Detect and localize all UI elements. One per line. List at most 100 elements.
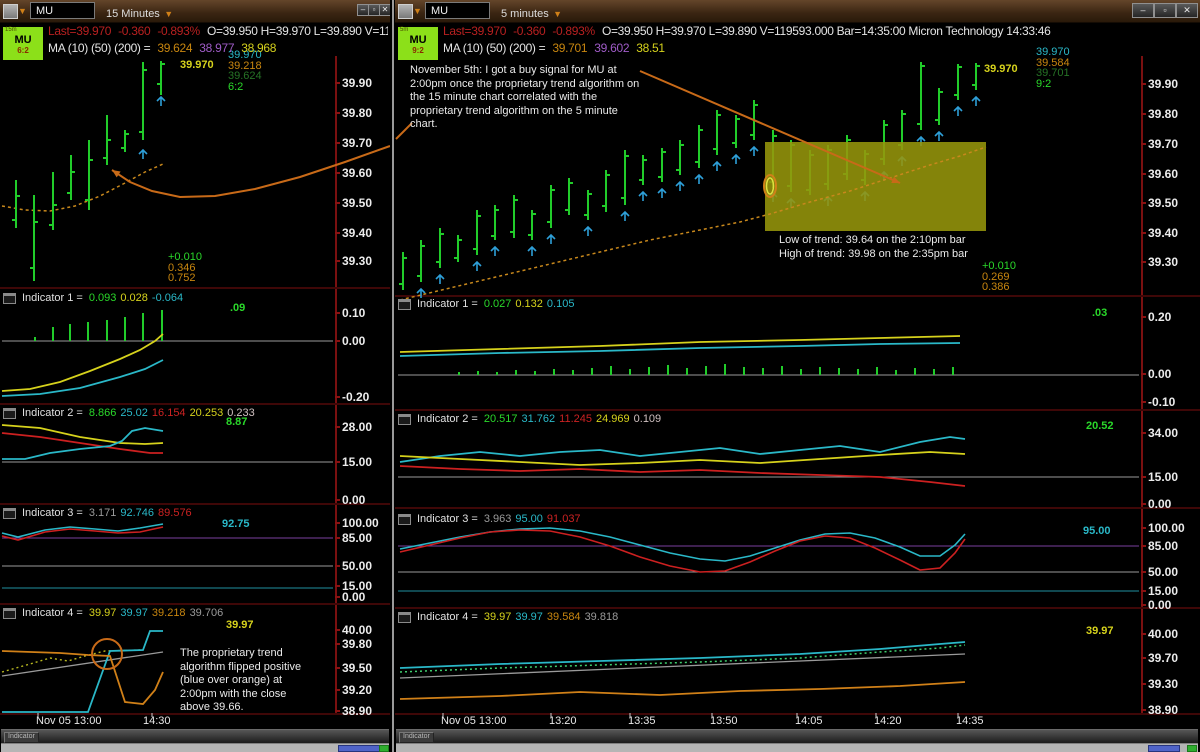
buy-arrows-right [435,273,445,284]
indicator-collapse-icon[interactable] [398,413,411,425]
indicator-collapse-icon[interactable] [398,298,411,310]
indicator-collapse-icon[interactable] [3,507,16,519]
value-item: 6:2 [228,80,244,93]
axis-tick-mark [1141,633,1146,635]
trading-app-screen: ▼ 15 Minutes ▼ – ▫ ✕ Last=39.970 -0.360 -0… [0,0,1200,752]
axis-tick-label: 0.00 [1148,497,1172,511]
indicator-collapse-icon[interactable] [3,292,16,304]
timeframe-select[interactable]: 5 minutes ▼ [501,4,562,22]
ma-label: MA (10) (50) (200) = [443,41,546,55]
axis-tick-mark [1141,527,1146,529]
x-axis-label: Nov 05 13:00 [441,715,507,727]
scrollbar-end-button[interactable] [1187,745,1197,752]
value-item: 39.97 [88,607,117,619]
axis-tick-label: 39.70 [1148,137,1179,151]
pane-separator[interactable] [0,403,390,405]
value-item: 0.752 [168,272,196,284]
scrollbar-thumb[interactable] [338,745,380,752]
value-item: 11.245 [559,413,592,425]
net-change: -0.360 [118,24,151,38]
axis-tick-label: 39.50 [1148,196,1179,210]
axis-tick-label: 0.00 [342,493,366,507]
symbol-input[interactable] [30,2,95,19]
buy-arrows-right [546,233,556,244]
indicator-collapse-icon[interactable] [3,607,16,619]
axis-tick-mark [1141,590,1146,592]
axis-tick-mark [335,629,340,631]
window-icon [398,4,413,19]
axis-tick-label: 40.00 [1148,627,1179,641]
pane-separator[interactable] [0,287,390,289]
indicator-button[interactable]: Indicator [4,732,39,743]
indicator-collapse-icon[interactable] [398,513,411,525]
axis-tick-label: 39.40 [1148,226,1179,240]
value-item: 0.105 [546,298,575,310]
axis-tick-mark [1141,604,1146,606]
ind2-yellow-left [1,424,164,445]
indicator-values: 0.027 0.132 0.105 [484,298,579,310]
scrollbar-thumb[interactable] [1148,745,1180,752]
buy-signal-arrow [639,70,901,184]
axis-tick-label: 39.20 [342,683,373,697]
timeframe-dropdown-icon[interactable]: ▼ [553,9,562,19]
axis-tick-label: 39.50 [342,661,373,675]
maximize-button[interactable]: ▫ [1154,3,1176,18]
pane-separator[interactable] [0,503,390,505]
value-item: 39.97 [515,611,543,623]
symbol-badge[interactable]: 5m MU 9:2 [398,27,438,60]
value-item: 39.584 [546,611,581,623]
axis-tick-label: 39.30 [342,254,373,268]
symbol-input[interactable] [425,2,490,19]
buy-arrows-left [138,148,148,159]
window-divider[interactable] [390,0,395,752]
indicator-label: Indicator 4 = [417,611,478,623]
axis-tick-mark [335,202,340,204]
last-price: Last=39.970 [48,24,112,38]
minimize-button[interactable]: – [1132,3,1154,18]
value-item: 39.97 [120,607,148,619]
axis-tick-label: 100.00 [342,516,379,530]
ma-label: MA (10) (50) (200) = [48,41,151,55]
ind4-gray-left [1,651,164,677]
indicator-label: Indicator 2 = [417,413,478,425]
ind4-gray-right [399,653,966,679]
buy-arrows-right [527,245,537,256]
indicator-collapse-icon[interactable] [398,611,411,623]
indicator-button[interactable]: Indicator [399,732,434,743]
pane-separator[interactable] [395,507,1200,509]
symbol-dropdown-icon[interactable]: ▼ [18,6,27,16]
value-item: 0.093 [88,292,117,304]
symbol-badge-ticker: MU [409,34,427,46]
value-item: 39.706 [189,607,224,619]
pane-separator[interactable] [395,607,1200,609]
value-item: 91.037 [546,513,581,525]
h-scrollbar[interactable] [1,743,389,752]
pane-separator[interactable] [395,409,1200,411]
ind3-cyan-right [399,527,966,562]
buy-arrows-right [749,145,759,156]
close-button[interactable]: ✕ [1176,3,1198,18]
pane-separator[interactable] [0,603,390,605]
timeframe-select[interactable]: 15 Minutes ▼ [106,4,173,22]
x-axis-label: 13:35 [628,715,656,727]
right-window-titlebar[interactable]: ▼ 5 minutes ▼ [395,0,1200,23]
trend-high-line: High of trend: 39.98 on the 2:35pm bar [779,247,968,260]
axis-tick-mark [1141,113,1146,115]
axis-tick-label: 85.00 [1148,539,1179,553]
ind4-orange-left [1,650,164,705]
axis-tick-mark [1141,202,1146,204]
signal-ellipse-inner [765,177,775,195]
pane-separator[interactable] [395,295,1200,297]
indicator-collapse-icon[interactable] [3,407,16,419]
symbol-badge[interactable]: 15m MU 6:2 [3,27,43,60]
left-window-titlebar[interactable]: ▼ 15 Minutes ▼ – ▫ ✕ [0,0,391,23]
indicator4-value-badge: 39.97 [226,619,254,631]
value-item: 39.970 [1036,46,1070,58]
value-item: +0.010 [168,251,202,263]
symbol-dropdown-icon[interactable]: ▼ [413,6,422,16]
ind1-cyan-right [399,342,961,357]
h-scrollbar[interactable] [396,743,1198,752]
indicator2-value-badge: 8.87 [226,416,248,428]
scrollbar-end-button[interactable] [379,745,389,752]
timeframe-dropdown-icon[interactable]: ▼ [164,9,173,19]
